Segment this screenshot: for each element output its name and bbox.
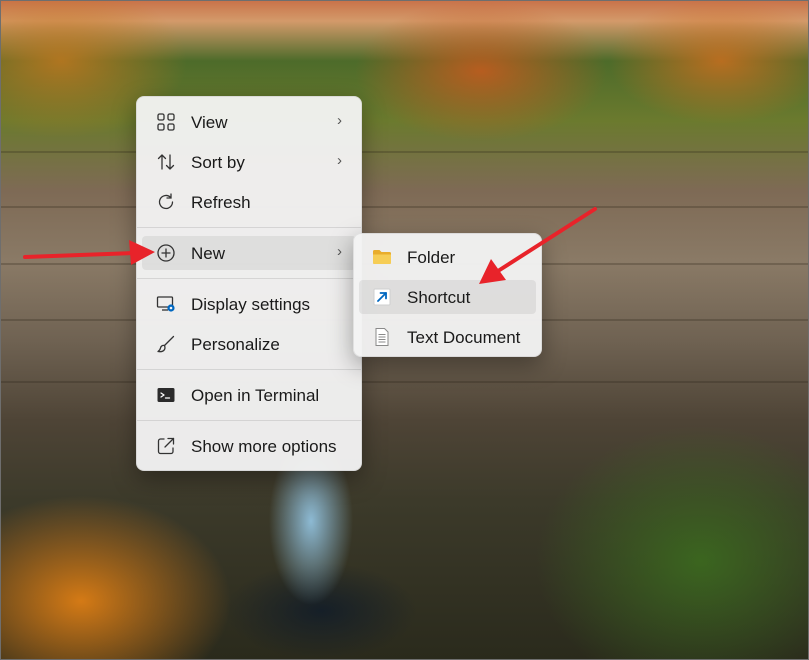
submenu-item-text-document[interactable]: Text Document xyxy=(359,320,536,354)
desktop-background[interactable]: View › Sort by › Refresh New › Display s… xyxy=(0,0,809,660)
chevron-right-icon: › xyxy=(337,112,342,129)
menu-item-sort-by[interactable]: Sort by › xyxy=(142,145,356,179)
menu-item-label: Show more options xyxy=(191,437,337,456)
chevron-right-icon: › xyxy=(337,152,342,169)
menu-item-label: Display settings xyxy=(191,295,311,314)
brush-icon xyxy=(156,334,176,354)
new-submenu: Folder Shortcut Text Document xyxy=(353,233,542,357)
share-arrow-icon xyxy=(156,436,176,456)
submenu-item-shortcut[interactable]: Shortcut xyxy=(359,280,536,314)
folder-icon xyxy=(372,248,392,266)
submenu-item-label: Shortcut xyxy=(407,288,471,307)
menu-separator xyxy=(137,369,361,370)
chevron-right-icon: › xyxy=(337,243,342,260)
menu-separator xyxy=(137,227,361,228)
add-circle-icon xyxy=(156,243,176,263)
shortcut-arrow-icon xyxy=(372,288,392,306)
menu-item-label: View xyxy=(191,113,228,132)
menu-item-label: Personalize xyxy=(191,335,280,354)
menu-item-new[interactable]: New › xyxy=(142,236,356,270)
desktop-context-menu: View › Sort by › Refresh New › Display s… xyxy=(136,96,362,471)
refresh-icon xyxy=(156,192,176,212)
submenu-item-folder[interactable]: Folder xyxy=(359,240,536,274)
menu-item-open-in-terminal[interactable]: Open in Terminal xyxy=(142,378,356,412)
menu-separator xyxy=(137,420,361,421)
menu-item-label: Sort by xyxy=(191,153,245,172)
sort-arrows-icon xyxy=(156,152,176,172)
submenu-item-label: Folder xyxy=(407,248,456,267)
menu-item-label: Open in Terminal xyxy=(191,386,320,405)
menu-item-display-settings[interactable]: Display settings xyxy=(142,287,356,321)
menu-item-view[interactable]: View › xyxy=(142,105,356,139)
menu-item-show-more-options[interactable]: Show more options xyxy=(142,429,356,463)
menu-item-personalize[interactable]: Personalize xyxy=(142,327,356,361)
menu-item-refresh[interactable]: Refresh xyxy=(142,185,356,219)
submenu-item-label: Text Document xyxy=(407,328,521,347)
menu-item-label: Refresh xyxy=(191,193,251,212)
text-document-icon xyxy=(372,328,392,346)
display-settings-icon xyxy=(156,294,176,314)
terminal-icon xyxy=(156,385,176,405)
menu-separator xyxy=(137,278,361,279)
grid-icon xyxy=(156,112,176,132)
menu-item-label: New xyxy=(191,244,226,263)
